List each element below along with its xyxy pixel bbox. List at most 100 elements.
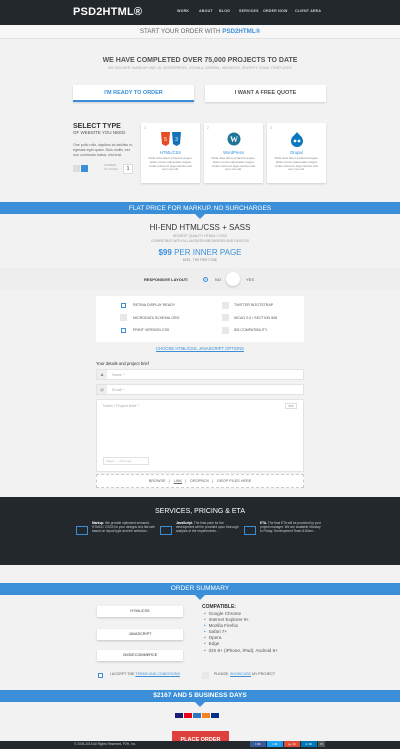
- paypal-icon: [211, 713, 219, 718]
- notes-placeholder: Notes / Project brief *: [103, 404, 139, 408]
- card-desc: Nulla vitae libero pharetra augue. Etiam…: [148, 156, 193, 172]
- file-upload-zone[interactable]: BROWSE | LINK | DROPBOX | DROP FILES HERE: [96, 474, 304, 488]
- svg-text:3: 3: [175, 137, 178, 143]
- pages-increase-button[interactable]: [81, 165, 88, 172]
- copyright: © 2005-2015 All Rights Reserved. P2H, In…: [74, 742, 137, 746]
- bar-notch: [195, 214, 205, 219]
- free-quote-button[interactable]: I WANT A FREE QUOTE: [205, 85, 326, 102]
- list-item: iOS 8+ (iPhone, iPad), Android 5+: [204, 648, 278, 654]
- discover-icon: [202, 713, 210, 718]
- bar-notch: [195, 595, 205, 600]
- price-unit: PER INNER PAGE: [174, 248, 242, 257]
- summary-item-cms: CMS/ECOMMERCE: [97, 650, 183, 661]
- drupal-icon: [290, 132, 304, 148]
- card-desc: Nulla vitae libero pharetra augue. Etiam…: [274, 156, 319, 172]
- price-amount: $99: [158, 248, 172, 257]
- site-footer: [0, 741, 400, 749]
- site-logo[interactable]: PSD2HTML®: [73, 6, 142, 18]
- responsive-toggle[interactable]: [226, 272, 240, 286]
- responsive-no-radio[interactable]: [203, 277, 208, 282]
- mastercard-icon: [184, 713, 192, 718]
- page-count-control: [73, 165, 89, 172]
- card-number: 2: [207, 126, 209, 130]
- javascript-icon: [160, 526, 172, 535]
- browse-link[interactable]: BROWSE: [149, 479, 166, 483]
- html-css-icon: 53: [160, 132, 182, 147]
- type-card-htmlcss[interactable]: 1 53 HTML/CSS Nulla vitae libero pharetr…: [141, 123, 200, 183]
- markup-icon: [76, 526, 88, 535]
- option-label: RETINA DISPLAY READY: [133, 303, 176, 307]
- pages-input[interactable]: Pages — what pag: [103, 457, 149, 465]
- payment-methods: [175, 713, 220, 719]
- brief-title: Your details and project brief: [96, 361, 149, 366]
- compatible-list: Google Chrome Internet Explorer 8+ Mozil…: [204, 611, 278, 654]
- showcase-suffix: MY PROJECT: [251, 672, 276, 676]
- nav-blog[interactable]: BLOG: [219, 9, 230, 13]
- order-summary-bar: ORDER SUMMARY: [0, 583, 400, 595]
- option-label: WCAG 2.0 / SECTION 508: [234, 316, 278, 320]
- hero-subtitle: WE DELIVER: MARKUP AND JS, WORDPRESS, JO…: [108, 66, 292, 70]
- first-page-price: $199 - THE FIRST ONE: [182, 258, 218, 262]
- twitter-button[interactable]: t 4K: [267, 741, 283, 747]
- choose-options-link[interactable]: CHOOSE HTML/CSS, JAVASCRIPT OPTIONS: [0, 346, 400, 351]
- pages-count[interactable]: 1: [123, 164, 133, 174]
- terms-link[interactable]: TERMS AND CONDITIONS: [135, 672, 180, 676]
- card-number: 1: [144, 126, 146, 130]
- responsive-no-label: NO: [215, 277, 221, 282]
- type-card-wordpress[interactable]: 2 W WordPress Nulla vitae libero pharetr…: [204, 123, 263, 183]
- nav-work[interactable]: WORK: [177, 9, 189, 13]
- link-link[interactable]: LINK: [174, 479, 182, 483]
- start-brand: PSD2HTML®: [222, 28, 261, 35]
- start-heading: START YOUR ORDER WITH PSD2HTML®: [0, 28, 400, 35]
- option-checkbox[interactable]: [222, 302, 229, 309]
- terms-prefix: I ACCEPT THE: [110, 672, 135, 676]
- showcase-text: PLEASE, SHOWCASE MY PROJECT: [214, 672, 275, 676]
- ready-to-order-button[interactable]: I'M READY TO ORDER: [73, 85, 194, 102]
- nav-client-area[interactable]: CLIENT AREA: [295, 9, 321, 13]
- select-type-subtitle: OF WEBSITE YOU NEED: [73, 130, 126, 135]
- product-price: $99 PER INNER PAGE: [0, 248, 400, 257]
- option-checkbox[interactable]: [120, 314, 127, 321]
- nav-order-now[interactable]: ORDER NOW: [263, 9, 288, 13]
- user-icon: ♟: [97, 370, 107, 379]
- amex-icon: [193, 713, 201, 718]
- services-title: SERVICES, PRICING & ETA: [155, 508, 245, 515]
- option-checkbox[interactable]: [222, 314, 229, 321]
- nav-about[interactable]: ABOUT: [199, 9, 213, 13]
- type-card-drupal[interactable]: 3 Drupal Nulla vitae libero pharetra aug…: [267, 123, 326, 183]
- bar-notch: [195, 702, 205, 707]
- visa-icon: [175, 713, 183, 718]
- linkedin-button[interactable]: in 3K: [301, 741, 317, 747]
- googleplus-button[interactable]: g+ 1K: [284, 741, 300, 747]
- compatible-title: COMPATIBLE:: [202, 604, 236, 610]
- dropbox-link[interactable]: DROPBOX: [190, 479, 209, 483]
- email-field[interactable]: @ Email *: [96, 384, 304, 395]
- terms-checkbox[interactable]: [98, 673, 103, 678]
- option-checkbox[interactable]: [121, 303, 126, 308]
- option-checkbox[interactable]: [222, 327, 229, 334]
- email-share-button[interactable]: ✉: [318, 741, 325, 747]
- responsive-label: RESPONSIVE LAYOUT:: [144, 277, 189, 282]
- facebook-button[interactable]: f 2K: [250, 741, 266, 747]
- option-checkbox[interactable]: [121, 328, 126, 333]
- option-label: MICRODATA SCHEMA.ORG: [133, 316, 180, 320]
- card-name: Drupal: [290, 150, 303, 155]
- responsive-row: [0, 268, 400, 290]
- nav-services[interactable]: SERVICES: [239, 9, 259, 13]
- pages-decrease-button[interactable]: [73, 165, 80, 172]
- svg-text:W: W: [230, 135, 238, 144]
- notes-textarea[interactable]: Notes / Project brief * 500 Pages — what…: [96, 399, 304, 472]
- start-prefix: START YOUR ORDER WITH: [139, 28, 221, 35]
- clock-icon: [244, 526, 256, 535]
- name-field[interactable]: ♟ Name *: [96, 369, 304, 380]
- showcase-link[interactable]: SHOWCASE: [230, 672, 251, 676]
- showcase-checkbox[interactable]: [202, 672, 209, 679]
- service-text: The final ETA will be provided by your p…: [260, 521, 321, 533]
- card-desc: Nulla vitae libero pharetra augue. Etiam…: [211, 156, 256, 172]
- product-line2: COMPATIBLE WITH ALL MODERN BROWSERS AND …: [150, 239, 250, 243]
- flat-price-bar: FLAT PRICE FOR MARKUP. NO SURCHARGES: [0, 202, 400, 214]
- card-number: 3: [270, 126, 272, 130]
- email-icon: @: [97, 385, 107, 394]
- option-label: IE8 COMPATIBILITY: [234, 328, 268, 332]
- terms-text: I ACCEPT THE TERMS AND CONDITIONS: [110, 672, 180, 676]
